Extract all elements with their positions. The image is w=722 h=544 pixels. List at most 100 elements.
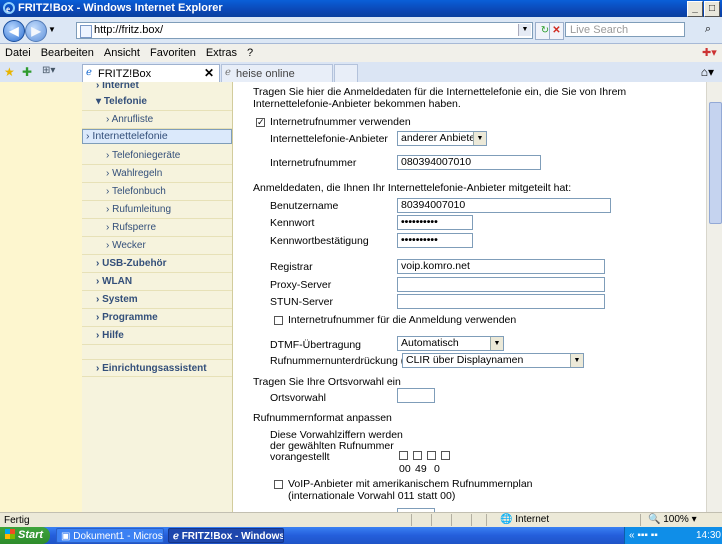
proxy-input[interactable] xyxy=(397,277,605,292)
maximize-button[interactable]: □ xyxy=(704,1,720,17)
nav-telefoniegeraete[interactable]: › Telefoniegeräte xyxy=(82,147,232,165)
zoom-control[interactable]: 🔍 100% ▾ xyxy=(648,514,697,525)
taskbar: Start ▣ Dokument1 - Microsoft ... ℯ FRIT… xyxy=(0,527,722,544)
us-plan-label-1: VoIP-Anbieter mit amerikanischem Rufnumm… xyxy=(288,478,533,490)
provider-label: Internettelefonie-Anbieter xyxy=(270,133,388,145)
task-label: FRITZ!Box - Windows ... xyxy=(181,531,284,542)
tab-fritzbox[interactable]: ℯ FRITZ!Box ✕ xyxy=(82,64,220,82)
use-for-login-checkbox[interactable] xyxy=(274,316,283,325)
nav-wecker[interactable]: › Wecker xyxy=(82,237,232,255)
favorites-star-icon[interactable]: ★ xyxy=(4,65,15,79)
forward-icon[interactable]: ▶ xyxy=(25,20,47,42)
nav-programme[interactable]: › Programme xyxy=(82,309,232,327)
stun-input[interactable] xyxy=(397,294,605,309)
nav-system[interactable]: › System xyxy=(82,291,232,309)
tray-expand-icon[interactable]: « xyxy=(629,530,635,541)
format-heading: Rufnummernformat anpassen xyxy=(253,412,392,424)
nav-wlan[interactable]: › WLAN xyxy=(82,273,232,291)
registrar-input[interactable]: voip.komro.net xyxy=(397,259,605,274)
prefix-checkbox-4[interactable] xyxy=(441,451,450,460)
quick-tabs-icon[interactable]: ⊞▾ xyxy=(42,65,55,76)
prefix-checkbox-3[interactable] xyxy=(427,451,436,460)
us-plan-checkbox[interactable] xyxy=(274,480,283,489)
security-zone[interactable]: 🌐 Internet xyxy=(500,514,549,525)
menu-bearbeiten[interactable]: Bearbeiten xyxy=(36,44,99,59)
password-confirm-input[interactable]: •••••••••• xyxy=(397,233,473,248)
windows-logo-icon xyxy=(5,529,15,539)
proxy-label: Proxy-Server xyxy=(270,279,332,291)
nav-usb[interactable]: › USB-Zubehör xyxy=(82,255,232,273)
password-label: Kennwort xyxy=(270,217,315,229)
number-input[interactable]: 080394007010 xyxy=(397,155,541,170)
ie-tab-icon: ℯ xyxy=(225,67,231,78)
add-favorites-icon[interactable]: ✚ xyxy=(22,65,32,79)
nav-telefonbuch[interactable]: › Telefonbuch xyxy=(82,183,232,201)
prefix-value-3: 0 xyxy=(434,463,440,475)
svg-text:e: e xyxy=(6,4,10,14)
nav-hilfe[interactable]: › Hilfe xyxy=(82,327,232,345)
ie-icon: ℯ xyxy=(173,531,179,542)
vertical-scrollbar[interactable] xyxy=(706,82,722,512)
content-area: Tragen Sie hier die Anmeldedaten für die… xyxy=(233,82,706,512)
menu-ansicht[interactable]: Ansicht xyxy=(99,44,145,59)
registrar-label: Registrar xyxy=(270,261,313,273)
username-input[interactable]: 80394007010 xyxy=(397,198,611,213)
menu-help[interactable]: ? xyxy=(242,44,258,59)
scrollbar-thumb[interactable] xyxy=(709,102,722,224)
nav-einrichtungsassistent[interactable]: › Einrichtungsassistent xyxy=(82,359,232,377)
start-button[interactable]: Start xyxy=(0,527,50,544)
new-tab-button[interactable] xyxy=(334,64,358,82)
address-bar[interactable]: http://fritz.box/ ▼ xyxy=(76,22,533,39)
task-label: Dokument1 - Microsoft ... xyxy=(73,531,163,542)
fritz-nav: › Internet ▾ Telefonie › Anrufliste › In… xyxy=(82,82,233,512)
ie-logo-icon: e xyxy=(3,2,15,14)
task-fritzbox[interactable]: ℯ FRITZ!Box - Windows ... xyxy=(168,528,284,543)
area-input[interactable] xyxy=(397,388,435,403)
address-dropdown-icon[interactable]: ▼ xyxy=(518,24,531,36)
back-icon[interactable]: ◀ xyxy=(3,20,25,42)
nav-internet[interactable]: › Internet xyxy=(82,82,232,92)
provider-select[interactable]: anderer Anbieter ▼ xyxy=(397,131,487,146)
prefix-text-3: vorangestellt xyxy=(270,451,330,463)
status-bar: Fertig 🌐 Internet 🔍 100% ▾ xyxy=(0,512,722,528)
nav-rufumleitung[interactable]: › Rufumleitung xyxy=(82,201,232,219)
tab-heise[interactable]: ℯ heise online xyxy=(221,64,333,82)
login-intro: Anmeldedaten, die Ihnen Ihr Internettele… xyxy=(253,182,572,194)
tray-icons[interactable]: ▪▪▪ ▪▪ xyxy=(637,530,658,541)
area-label: Ortsvorwahl xyxy=(270,392,327,404)
nav-wahlregeln[interactable]: › Wahlregeln xyxy=(82,165,232,183)
clir-select[interactable]: CLIR über Displaynamen ▼ xyxy=(402,353,584,368)
tab-label: heise online xyxy=(236,68,295,80)
search-input[interactable]: Live Search xyxy=(565,22,685,37)
clir-select-value: CLIR über Displaynamen xyxy=(406,354,524,366)
menu-favoriten[interactable]: Favoriten xyxy=(145,44,201,59)
minimize-button[interactable]: _ xyxy=(687,1,703,17)
nav-anrufliste[interactable]: › Anrufliste xyxy=(82,111,232,129)
task-word[interactable]: ▣ Dokument1 - Microsoft ... xyxy=(56,528,164,543)
home-icon[interactable]: ⌂▾ xyxy=(701,65,714,79)
password-input[interactable]: •••••••••• xyxy=(397,215,473,230)
clock: 14:30 xyxy=(695,530,721,541)
magnifier-icon: 🔍 xyxy=(648,514,661,525)
prefix-checkbox-2[interactable] xyxy=(413,451,422,460)
page-icon xyxy=(80,25,92,38)
menu-extras[interactable]: Extras xyxy=(201,44,242,59)
nav-telefonie[interactable]: ▾ Telefonie xyxy=(82,93,232,111)
use-for-login-label: Internetrufnummer für die Anmeldung verw… xyxy=(288,314,517,326)
address-url: http://fritz.box/ xyxy=(94,24,164,36)
prefix-checkbox-1[interactable] xyxy=(399,451,408,460)
nav-internettelefonie[interactable]: › Internettelefonie xyxy=(82,129,232,144)
use-number-label: Internetrufnummer verwenden xyxy=(270,116,411,128)
search-icon[interactable]: ⌕ xyxy=(700,22,716,37)
chevron-down-icon: ▼ xyxy=(570,354,583,367)
stop-icon[interactable]: ✕ xyxy=(549,22,564,40)
history-dropdown-icon[interactable]: ▼ xyxy=(48,25,56,34)
globe-icon: 🌐 xyxy=(500,514,513,525)
use-number-checkbox[interactable]: ✓ xyxy=(256,118,265,127)
feeds-icon[interactable]: ✚▾ xyxy=(702,46,717,59)
menu-datei[interactable]: Datei xyxy=(0,44,36,59)
intro-text-2: Internettelefonie-Anbieter bekommen habe… xyxy=(253,98,461,110)
nav-rufsperre[interactable]: › Rufsperre xyxy=(82,219,232,237)
dtmf-select[interactable]: Automatisch ▼ xyxy=(397,336,504,351)
close-tab-icon[interactable]: ✕ xyxy=(204,66,214,80)
